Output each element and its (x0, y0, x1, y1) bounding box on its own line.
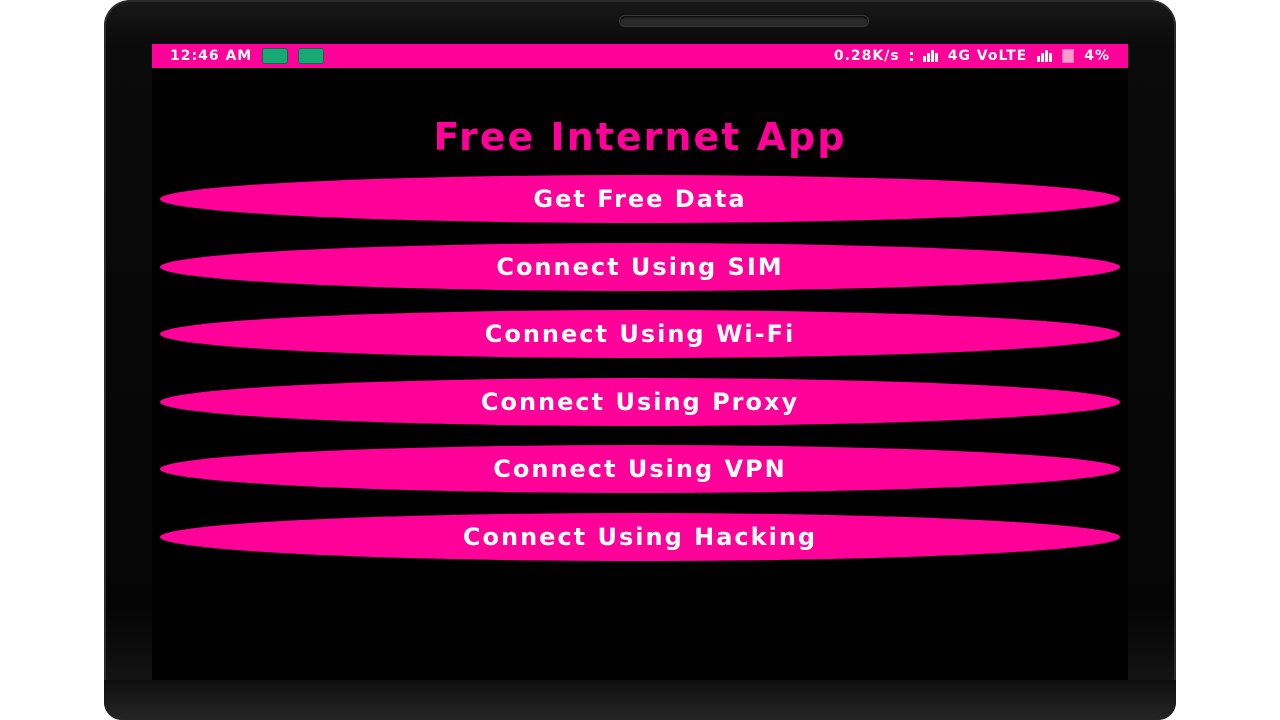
get-free-data-button[interactable]: Get Free Data (160, 175, 1120, 223)
phone-bottom-bezel (104, 680, 1176, 720)
signal-strength-icon-secondary (1037, 50, 1053, 62)
status-bar: 12:46 AM 0.28K/s 4G VoLTE 4% (152, 44, 1128, 68)
status-time: 12:46 AM (170, 48, 253, 64)
mockup-stage: 12:46 AM 0.28K/s 4G VoLTE 4% Free Intern… (0, 0, 1280, 720)
network-speed: 0.28K/s (833, 48, 900, 64)
battery-icon (1062, 49, 1075, 63)
connect-proxy-button[interactable]: Connect Using Proxy (160, 378, 1120, 426)
connect-vpn-button[interactable]: Connect Using VPN (160, 445, 1120, 493)
network-type: 4G VoLTE (947, 48, 1028, 64)
data-activity-icon (909, 51, 913, 61)
connect-wifi-button[interactable]: Connect Using Wi-Fi (160, 310, 1120, 358)
whatsapp-icon (262, 48, 289, 64)
app-notification-icon (298, 48, 325, 64)
signal-strength-icon (922, 50, 938, 62)
connect-sim-button[interactable]: Connect Using SIM (160, 243, 1120, 291)
status-bar-left: 12:46 AM (170, 48, 325, 64)
earpiece-speaker (620, 16, 868, 26)
app-title: Free Internet App (433, 115, 847, 159)
connect-hacking-button[interactable]: Connect Using Hacking (160, 513, 1120, 561)
status-bar-right: 0.28K/s 4G VoLTE 4% (834, 48, 1110, 64)
battery-level: 4% (1084, 48, 1110, 64)
phone-screen: 12:46 AM 0.28K/s 4G VoLTE 4% Free Intern… (152, 44, 1128, 680)
